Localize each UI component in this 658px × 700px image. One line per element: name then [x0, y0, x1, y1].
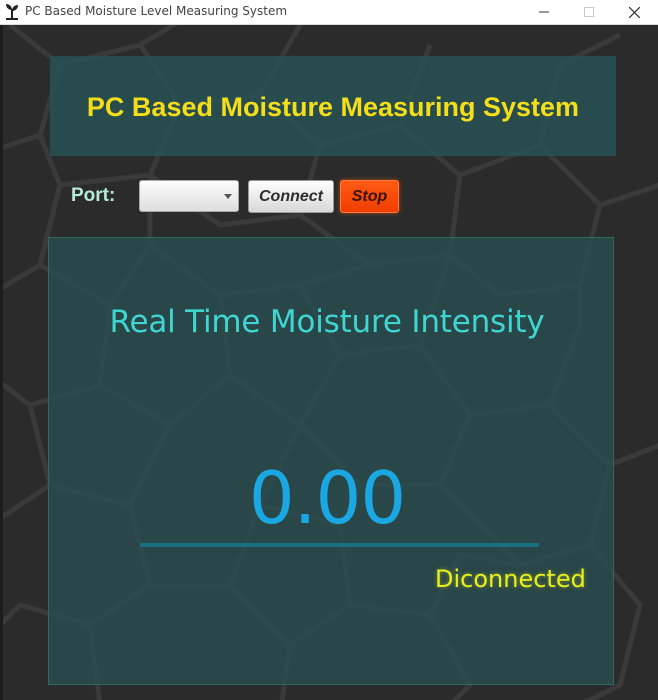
header-panel: PC Based Moisture Measuring System	[50, 56, 616, 156]
moisture-level-bar	[140, 543, 539, 547]
moisture-reading: 0.00	[248, 456, 406, 540]
connect-button[interactable]: Connect	[248, 180, 334, 213]
plant-icon	[6, 4, 18, 20]
close-button[interactable]	[611, 0, 657, 24]
app-window: PC Based Moisture Level Measuring System…	[0, 0, 658, 700]
moisture-panel: Real Time Moisture Intensity 0.00 Diconn…	[48, 237, 614, 685]
stop-button[interactable]: Stop	[340, 180, 399, 213]
close-icon	[628, 6, 640, 18]
window-title: PC Based Moisture Level Measuring System	[25, 4, 288, 18]
maximize-icon	[584, 7, 594, 17]
panel-heading: Real Time Moisture Intensity	[109, 304, 545, 340]
chevron-down-icon	[224, 194, 232, 199]
connection-status: Diconnected	[435, 565, 586, 593]
app-heading: PC Based Moisture Measuring System	[86, 92, 580, 122]
window-left-edge	[0, 25, 3, 700]
title-bar[interactable]: PC Based Moisture Level Measuring System	[0, 0, 658, 25]
port-dropdown[interactable]	[139, 180, 239, 212]
maximize-button[interactable]	[566, 0, 612, 24]
port-label: Port:	[71, 185, 116, 206]
minimize-button[interactable]	[521, 0, 567, 24]
minimize-icon	[539, 11, 549, 13]
